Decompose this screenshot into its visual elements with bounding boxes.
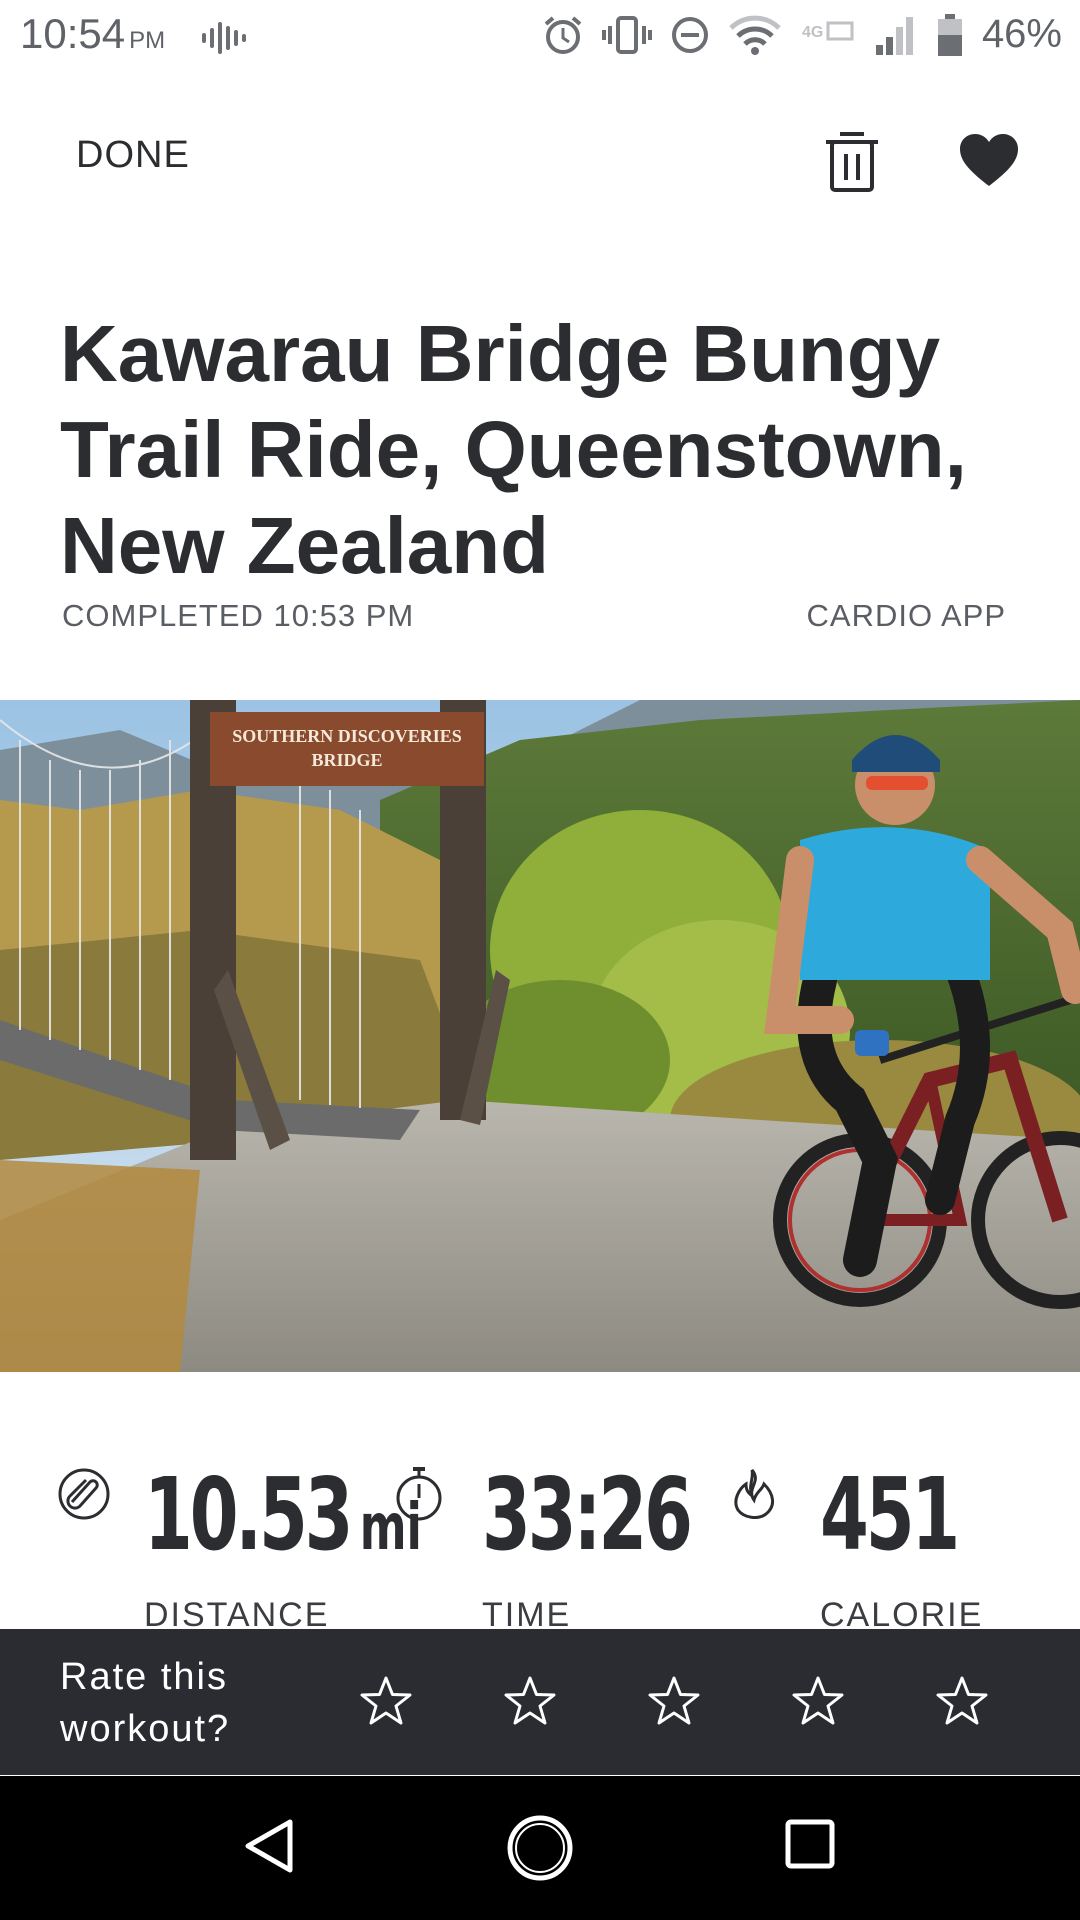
wifi-icon bbox=[729, 15, 781, 55]
battery-icon bbox=[937, 13, 962, 56]
signal-icon bbox=[875, 16, 913, 55]
rate-workout-bar: Rate this workout? bbox=[0, 1629, 1080, 1775]
time-stat: 33:26 TIME bbox=[394, 1456, 694, 1634]
flame-icon bbox=[734, 1469, 774, 1519]
status-icons: 4G 46% bbox=[542, 12, 1062, 57]
done-button[interactable]: DONE bbox=[76, 134, 190, 177]
trail-photo: SOUTHERN DISCOVERIES BRIDGE bbox=[0, 700, 1080, 1372]
star-icon-1[interactable] bbox=[360, 1675, 412, 1727]
distance-icon bbox=[58, 1468, 110, 1520]
distance-value: 10.53 mi bbox=[144, 1460, 422, 1583]
star-icon-5[interactable] bbox=[936, 1675, 988, 1727]
svg-text:BRIDGE: BRIDGE bbox=[311, 750, 382, 770]
do-not-disturb-icon bbox=[671, 16, 708, 53]
system-nav-bar bbox=[0, 1776, 1080, 1920]
back-triangle-icon[interactable] bbox=[240, 1816, 296, 1876]
status-bar: 10:54 PM 4G 46% bbox=[0, 0, 1080, 74]
star-icon-3[interactable] bbox=[648, 1675, 700, 1727]
calorie-value: 451 bbox=[820, 1456, 960, 1573]
star-icon-2[interactable] bbox=[504, 1675, 556, 1727]
rate-prompt: Rate this workout? bbox=[60, 1656, 231, 1750]
stopwatch-icon bbox=[396, 1467, 442, 1521]
workout-title: Kawarau Bridge Bungy Trail Ride, Queenst… bbox=[60, 309, 967, 590]
workout-source: CARDIO APP bbox=[806, 598, 1006, 633]
action-bar: DONE bbox=[0, 90, 1080, 230]
recents-square-icon[interactable] bbox=[784, 1818, 836, 1870]
time-value: 33:26 bbox=[482, 1456, 693, 1573]
battery-percent: 46% bbox=[981, 12, 1062, 56]
vibrate-icon bbox=[601, 15, 652, 54]
distance-number: 10.53 bbox=[144, 1456, 353, 1573]
status-time-value: 10:54 bbox=[20, 10, 126, 57]
home-circle-icon[interactable] bbox=[506, 1814, 574, 1882]
status-time-ampm: PM bbox=[129, 27, 166, 54]
distance-stat: 10.53 mi DISTANCE bbox=[56, 1460, 422, 1634]
calorie-stat: 451 CALORIE bbox=[732, 1456, 1052, 1634]
sound-wave-icon bbox=[202, 22, 246, 54]
completed-time: COMPLETED 10:53 PM bbox=[62, 598, 415, 633]
svg-text:SOUTHERN DISCOVERIES: SOUTHERN DISCOVERIES bbox=[232, 726, 462, 746]
heart-icon[interactable] bbox=[958, 132, 1020, 188]
trash-icon[interactable] bbox=[820, 126, 884, 194]
star-icon-4[interactable] bbox=[792, 1675, 844, 1727]
workout-hero-image: SOUTHERN DISCOVERIES BRIDGE bbox=[0, 700, 1080, 1372]
4g-icon: 4G bbox=[802, 21, 854, 41]
status-time: 10:54 PM bbox=[20, 10, 165, 58]
alarm-icon bbox=[544, 15, 582, 54]
svg-text:4G: 4G bbox=[802, 24, 823, 41]
